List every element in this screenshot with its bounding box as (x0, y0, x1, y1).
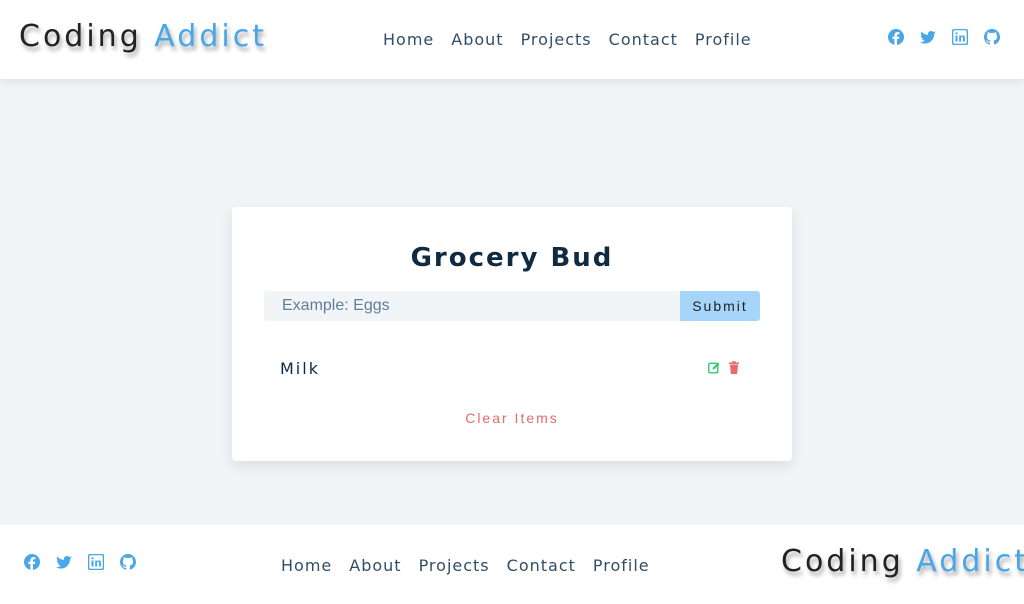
footer-nav-profile-link[interactable]: Profile (593, 556, 650, 575)
nav-about-link[interactable]: About (451, 30, 503, 49)
nav-contact-link[interactable]: Contact (609, 30, 678, 49)
clear-row: Clear Items (232, 410, 792, 428)
trash-icon[interactable] (728, 361, 740, 374)
submit-button[interactable]: Submit (680, 291, 760, 321)
twitter-icon[interactable] (56, 554, 72, 570)
footer-nav-contact-link[interactable]: Contact (507, 556, 576, 575)
footer-nav-projects-link[interactable]: Projects (419, 556, 490, 575)
top-nav-links: Home About Projects Contact Profile (383, 30, 752, 49)
clear-items-button[interactable]: Clear Items (465, 410, 559, 426)
facebook-icon[interactable] (24, 554, 40, 570)
brand-logo[interactable]: Coding Addict (19, 19, 267, 54)
list-item: Milk (280, 357, 740, 381)
app-title: Grocery Bud (410, 243, 614, 273)
grocery-input[interactable] (264, 291, 680, 321)
footer-bar: Home About Projects Contact Profile Codi… (0, 525, 1024, 604)
footer-nav-about-link[interactable]: About (349, 556, 401, 575)
footer-brand-first: Coding (781, 544, 904, 579)
top-navbar: Coding Addict Home About Projects Contac… (0, 0, 1024, 79)
footer-brand-second: Addict (916, 544, 1024, 579)
nav-profile-link[interactable]: Profile (695, 30, 752, 49)
nav-home-link[interactable]: Home (383, 30, 434, 49)
github-icon[interactable] (120, 554, 136, 570)
facebook-icon[interactable] (888, 29, 904, 45)
linkedin-icon[interactable] (952, 29, 968, 45)
twitter-icon[interactable] (920, 29, 936, 45)
footer-nav-home-link[interactable]: Home (281, 556, 332, 575)
linkedin-icon[interactable] (88, 554, 104, 570)
brand-second: Addict (154, 19, 267, 54)
grocery-card: Grocery Bud Submit Milk Clear Items (232, 207, 792, 461)
footer-social-links (24, 554, 136, 570)
grocery-form: Submit (264, 291, 760, 321)
top-social-links (888, 29, 1000, 45)
brand-first: Coding (19, 19, 142, 54)
github-icon[interactable] (984, 29, 1000, 45)
item-actions (708, 361, 740, 374)
edit-icon[interactable] (708, 361, 720, 374)
footer-nav-links: Home About Projects Contact Profile (281, 556, 650, 575)
item-title: Milk (280, 359, 320, 378)
footer-brand-logo[interactable]: Coding Addict (781, 544, 1024, 579)
nav-projects-link[interactable]: Projects (521, 30, 592, 49)
